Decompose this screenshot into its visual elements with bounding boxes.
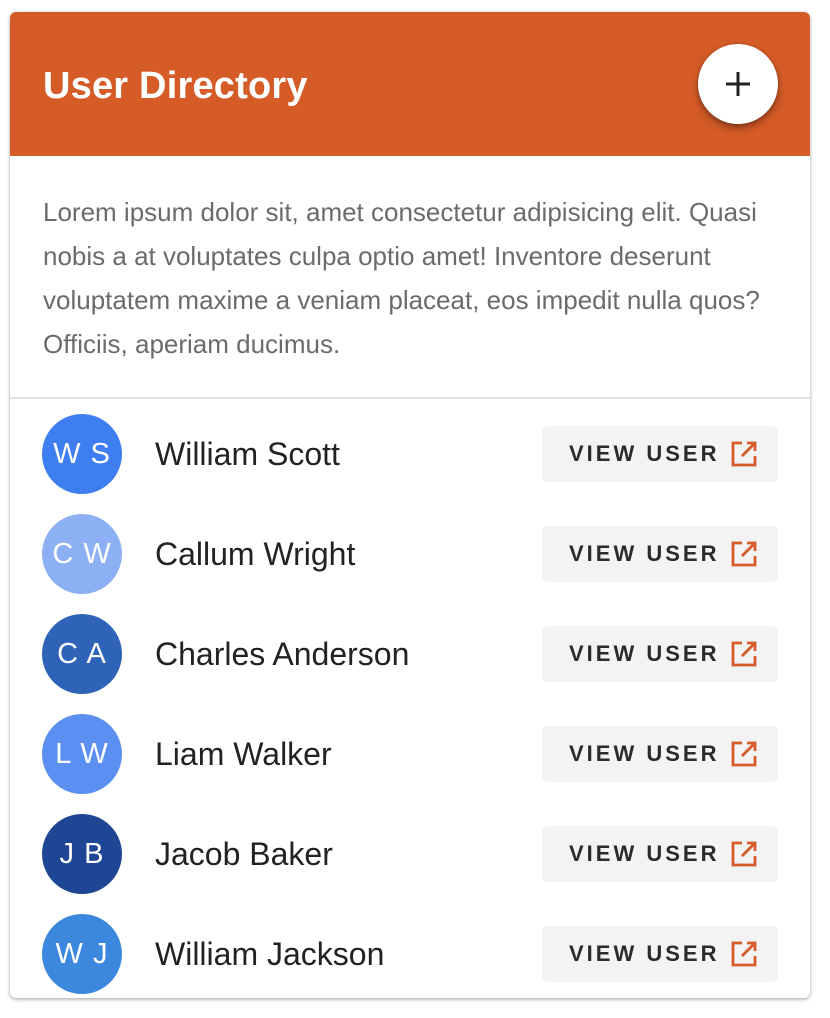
- open-in-new-icon: [731, 541, 757, 567]
- avatar: J B: [42, 814, 122, 894]
- avatar: C A: [42, 614, 122, 694]
- view-user-button[interactable]: VIEW USER: [542, 626, 778, 682]
- open-in-new-icon: [731, 441, 757, 467]
- list-item: W S William Scott VIEW USER: [10, 400, 810, 500]
- user-name: William Jackson: [155, 936, 385, 972]
- open-in-new-icon: [731, 741, 757, 767]
- avatar: W S: [42, 414, 122, 494]
- view-user-label: VIEW USER: [569, 641, 720, 666]
- user-name: Charles Anderson: [155, 636, 410, 672]
- list-item: W J William Jackson VIEW USER: [10, 900, 810, 998]
- view-user-label: VIEW USER: [569, 841, 720, 866]
- view-user-button[interactable]: VIEW USER: [542, 526, 778, 582]
- view-user-label: VIEW USER: [569, 741, 720, 766]
- view-user-button[interactable]: VIEW USER: [542, 726, 778, 782]
- view-user-label: VIEW USER: [569, 441, 720, 466]
- list-item: C A Charles Anderson VIEW USER: [10, 600, 810, 700]
- view-user-label: VIEW USER: [569, 541, 720, 566]
- user-directory-card: User Directory Lorem ipsum dolor sit, am…: [10, 12, 810, 998]
- user-name: Callum Wright: [155, 536, 356, 572]
- open-in-new-icon: [731, 841, 757, 867]
- divider: [10, 397, 810, 399]
- plus-icon: [726, 72, 750, 96]
- card-header: User Directory: [10, 12, 810, 156]
- view-user-button[interactable]: VIEW USER: [542, 426, 778, 482]
- avatar: W J: [42, 914, 122, 994]
- view-user-label: VIEW USER: [569, 941, 720, 966]
- avatar: C W: [42, 514, 122, 594]
- user-name: Liam Walker: [155, 736, 332, 772]
- user-name: William Scott: [155, 436, 340, 472]
- card-title: User Directory: [43, 65, 308, 107]
- user-list: W S William Scott VIEW USER C W Callum W…: [10, 400, 810, 998]
- open-in-new-icon: [731, 941, 757, 967]
- add-user-button[interactable]: [698, 44, 778, 124]
- user-name: Jacob Baker: [155, 836, 333, 872]
- list-item: C W Callum Wright VIEW USER: [10, 500, 810, 600]
- open-in-new-icon: [731, 641, 757, 667]
- avatar: L W: [42, 714, 122, 794]
- view-user-button[interactable]: VIEW USER: [542, 926, 778, 982]
- view-user-button[interactable]: VIEW USER: [542, 826, 778, 882]
- list-item: J B Jacob Baker VIEW USER: [10, 800, 810, 900]
- list-item: L W Liam Walker VIEW USER: [10, 700, 810, 800]
- directory-description: Lorem ipsum dolor sit, amet consectetur …: [43, 197, 760, 359]
